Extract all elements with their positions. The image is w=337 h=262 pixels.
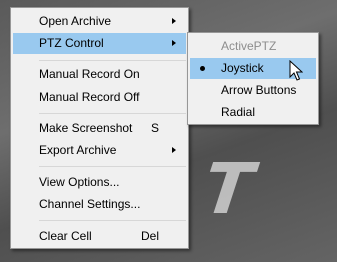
menu-separator bbox=[39, 113, 186, 114]
menu-item-label: Export Archive bbox=[39, 143, 117, 157]
menu-item-label: View Options... bbox=[39, 175, 120, 189]
menu-item-ptz-control[interactable]: PTZ Control bbox=[13, 33, 186, 54]
menu-item-open-archive[interactable]: Open Archive bbox=[13, 11, 186, 32]
submenu-arrow-icon bbox=[172, 147, 176, 153]
menu-item-shortcut: Del bbox=[140, 229, 159, 243]
menu-item-label: Manual Record On bbox=[39, 67, 140, 81]
menu-separator bbox=[39, 166, 186, 167]
menu-separator bbox=[39, 220, 186, 221]
menu-item-label: Channel Settings... bbox=[39, 197, 141, 211]
submenu-item-radial[interactable]: Radial bbox=[190, 102, 316, 123]
menu-item-label: Clear Cell bbox=[39, 229, 92, 243]
menu-item-make-screenshot[interactable]: Make Screenshot S bbox=[13, 118, 186, 139]
menu-item-shortcut: S bbox=[150, 121, 159, 135]
menu-item-export-archive[interactable]: Export Archive bbox=[13, 140, 186, 161]
menu-item-channel-settings[interactable]: Channel Settings... bbox=[13, 194, 186, 215]
submenu-item-label: Joystick bbox=[221, 61, 264, 75]
context-menu: Open Archive PTZ Control Manual Record O… bbox=[10, 7, 189, 249]
menu-item-view-options[interactable]: View Options... bbox=[13, 172, 186, 193]
submenu-item-label: Arrow Buttons bbox=[221, 83, 297, 97]
submenu-item-label: Radial bbox=[221, 105, 256, 119]
menu-item-label: Open Archive bbox=[39, 14, 112, 28]
submenu-item-label: ActivePTZ bbox=[221, 39, 277, 53]
submenu-arrow-icon bbox=[172, 18, 176, 24]
menu-item-label: Make Screenshot bbox=[39, 121, 133, 135]
menu-item-manual-record-on[interactable]: Manual Record On bbox=[13, 64, 186, 85]
mouse-pointer-icon bbox=[289, 60, 303, 81]
submenu-arrow-icon bbox=[172, 40, 176, 46]
menu-separator bbox=[39, 60, 186, 61]
radio-bullet-icon bbox=[200, 66, 205, 71]
menu-item-label: Manual Record Off bbox=[39, 90, 140, 104]
menu-item-manual-record-off[interactable]: Manual Record Off bbox=[13, 87, 186, 108]
submenu-item-arrow-buttons[interactable]: Arrow Buttons bbox=[190, 80, 316, 101]
menu-item-clear-cell[interactable]: Clear Cell Del bbox=[13, 226, 186, 247]
menu-item-label: PTZ Control bbox=[39, 36, 104, 50]
submenu-item-activeptz: ActivePTZ bbox=[190, 36, 316, 57]
